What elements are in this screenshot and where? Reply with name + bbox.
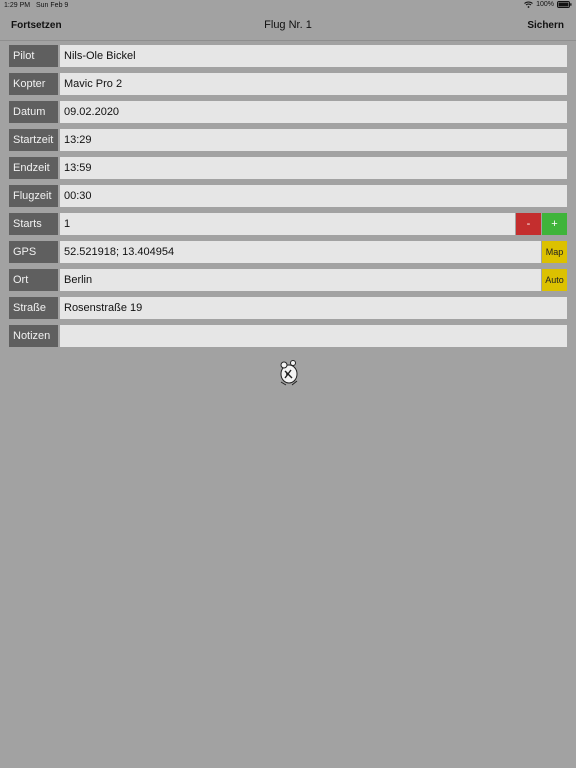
row-ort: Ort Berlin Auto <box>9 269 567 291</box>
starts-label: Starts <box>9 213 58 235</box>
starts-field[interactable]: 1 <box>60 213 515 235</box>
sichern-button[interactable]: Sichern <box>527 20 564 31</box>
gps-field[interactable]: 52.521918; 13.404954 <box>60 241 541 263</box>
pilot-field[interactable]: Nils-Ole Bickel <box>60 45 567 67</box>
pilot-label: Pilot <box>9 45 58 67</box>
notizen-field[interactable] <box>60 325 567 347</box>
status-date: Sun Feb 9 <box>36 2 69 9</box>
battery-percent: 100% <box>536 1 554 8</box>
row-startzeit: Startzeit 13:29 <box>9 129 567 151</box>
starts-increment-button[interactable]: + <box>542 213 567 235</box>
row-datum: Datum 09.02.2020 <box>9 101 567 123</box>
endzeit-field[interactable]: 13:59 <box>60 157 567 179</box>
row-starts: Starts 1 - + <box>9 213 567 235</box>
row-endzeit: Endzeit 13:59 <box>9 157 567 179</box>
map-button[interactable]: Map <box>542 241 567 263</box>
row-strasse: Straße Rosenstraße 19 <box>9 297 567 319</box>
strasse-field[interactable]: Rosenstraße 19 <box>60 297 567 319</box>
status-right: 100% <box>524 1 572 8</box>
row-flugzeit: Flugzeit 00:30 <box>9 185 567 207</box>
endzeit-label: Endzeit <box>9 157 58 179</box>
wifi-icon <box>524 1 533 8</box>
battery-icon <box>557 1 572 8</box>
datum-field[interactable]: 09.02.2020 <box>60 101 567 123</box>
starts-decrement-button[interactable]: - <box>516 213 541 235</box>
page-title: Flug Nr. 1 <box>264 19 312 31</box>
row-kopter: Kopter Mavic Pro 2 <box>9 73 567 95</box>
row-gps: GPS 52.521918; 13.404954 Map <box>9 241 567 263</box>
notizen-label: Notizen <box>9 325 58 347</box>
ort-label: Ort <box>9 269 58 291</box>
datum-label: Datum <box>9 101 58 123</box>
row-notizen: Notizen <box>9 325 567 347</box>
startzeit-field[interactable]: 13:29 <box>60 129 567 151</box>
flugzeit-field[interactable]: 00:30 <box>60 185 567 207</box>
navigation-bar: Fortsetzen Flug Nr. 1 Sichern <box>0 12 576 41</box>
flight-form: Pilot Nils-Ole Bickel Kopter Mavic Pro 2… <box>9 45 567 353</box>
app-logo-icon <box>276 357 302 387</box>
kopter-field[interactable]: Mavic Pro 2 <box>60 73 567 95</box>
row-pilot: Pilot Nils-Ole Bickel <box>9 45 567 67</box>
status-time: 1:29 PM <box>4 2 31 9</box>
flugzeit-label: Flugzeit <box>9 185 58 207</box>
strasse-label: Straße <box>9 297 58 319</box>
kopter-label: Kopter <box>9 73 58 95</box>
status-bar: 1:29 PM Sun Feb 9 100% <box>0 0 576 12</box>
startzeit-label: Startzeit <box>9 129 58 151</box>
ort-field[interactable]: Berlin <box>60 269 541 291</box>
auto-button[interactable]: Auto <box>542 269 567 291</box>
gps-label: GPS <box>9 241 58 263</box>
